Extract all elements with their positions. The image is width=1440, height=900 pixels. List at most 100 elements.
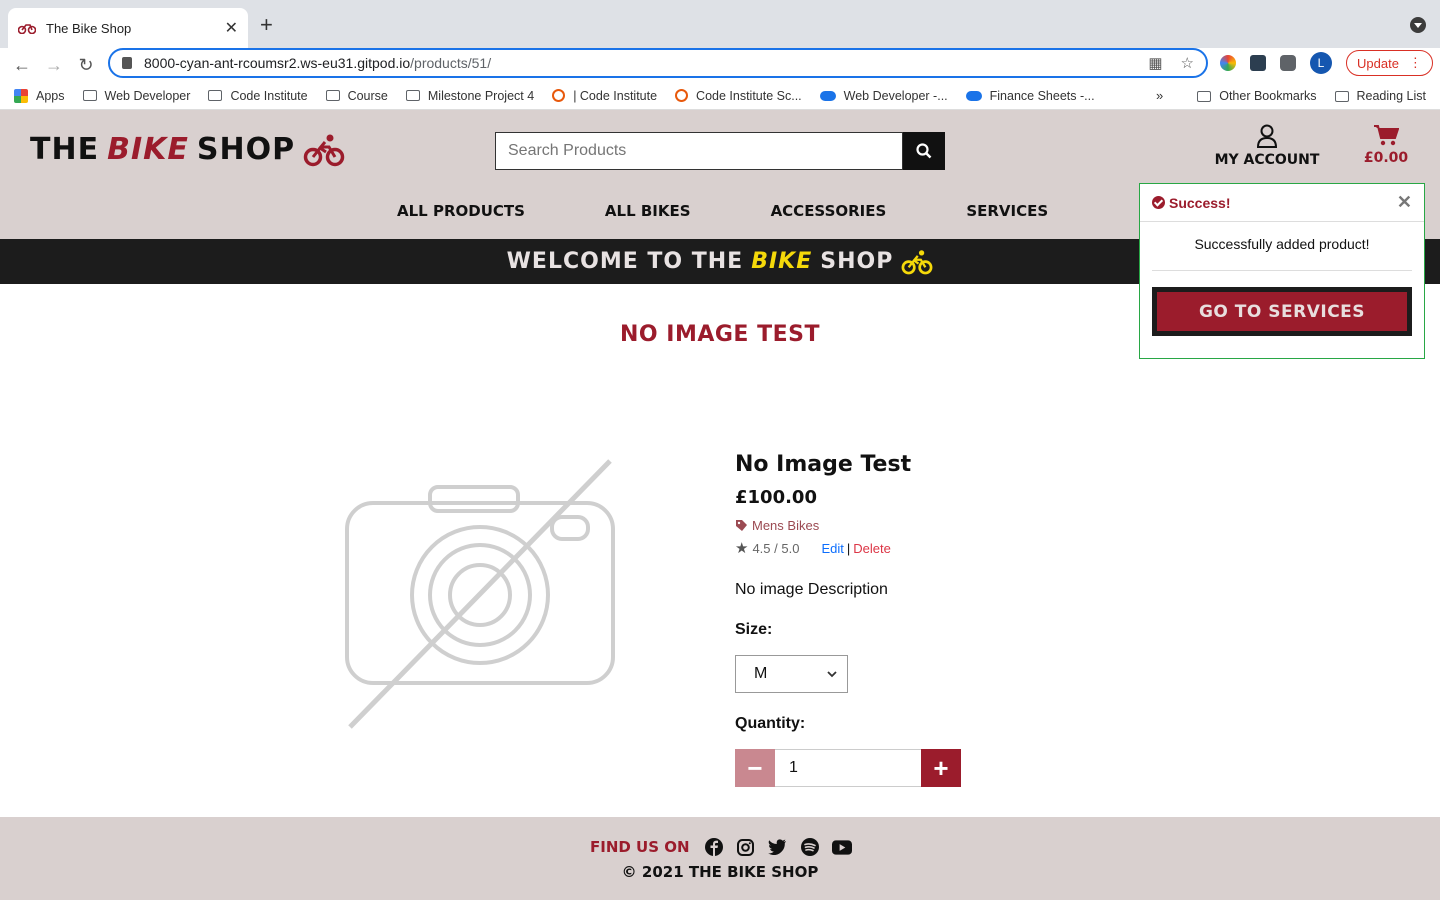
product-name: No Image Test [735,452,912,477]
code-institute-icon [552,89,566,102]
profile-avatar[interactable]: L [1310,52,1332,74]
success-toast: Success! ✕ Successfully added product! G… [1139,183,1425,359]
spotify-icon[interactable] [800,837,820,857]
browser-toolbar: ← → ↻ 8000-cyan-ant-rcoumsr2.ws-eu31.git… [0,48,1440,82]
reading-list-icon [1334,90,1349,102]
browser-tabbar: The Bike Shop ✕ + [0,0,1440,48]
apps-grid-icon [14,88,28,103]
main-nav: ALL PRODUCTS ALL BIKES ACCESSORIES SERVI… [397,202,1048,220]
forward-icon[interactable]: → [38,55,70,76]
minus-icon: − [747,752,763,783]
bookmark-folder[interactable]: Code Institute [208,88,308,103]
delete-link[interactable]: Delete [853,541,891,556]
new-tab-icon[interactable]: + [260,12,273,38]
size-selected-value: M [754,665,768,682]
cart-link[interactable]: £0.00 [1358,124,1414,166]
logo-bike: BIKE [107,132,189,167]
site-footer: FIND US ON © 2021 THE BIKE SHOP [0,817,1440,900]
edit-link[interactable]: Edit [821,541,843,556]
address-bar[interactable]: 8000-cyan-ant-rcoumsr2.ws-eu31.gitpod.io… [108,48,1208,78]
update-button[interactable]: Update ⋮ [1346,50,1433,76]
screenshot-extension-icon[interactable] [1250,55,1266,71]
kebab-menu-icon: ⋮ [1408,55,1422,70]
youtube-icon[interactable] [831,837,852,857]
tag-icon [736,520,747,531]
toast-message: Successfully added product! [1194,236,1370,252]
toast-header: Success! ✕ [1140,184,1424,222]
cyclist-icon [901,249,933,274]
code-institute-icon [675,89,689,102]
folder-icon [82,90,97,101]
chevron-down-icon [827,670,837,677]
banner-shop: SHOP [820,249,894,274]
search-button[interactable] [903,132,945,170]
nav-all-products[interactable]: ALL PRODUCTS [397,202,525,220]
extensions-puzzle-icon[interactable] [1280,55,1296,71]
more-bookmarks-chevron-icon[interactable]: » [1156,88,1163,103]
close-icon[interactable]: ✕ [1397,192,1412,213]
tab-title: The Bike Shop [46,20,132,36]
bookmark-folder[interactable]: Course [325,89,388,103]
browser-tab[interactable]: The Bike Shop ✕ [8,8,248,48]
reload-icon[interactable]: ↻ [70,55,102,76]
bookmark-label: Web Developer -... [843,88,948,103]
bookmark-star-icon[interactable]: ☆ [1181,54,1194,72]
bookmark-label: Other Bookmarks [1219,89,1317,103]
folder-icon [208,90,223,101]
divider [1152,270,1412,271]
size-select[interactable]: M [735,655,848,693]
instagram-icon[interactable] [736,837,756,857]
button-label: GO TO SERVICES [1157,292,1407,331]
quantity-input[interactable]: 1 [775,749,921,787]
bookmark-label: | Code Institute [573,88,658,103]
shopping-cart-icon [1374,125,1399,146]
user-icon [1256,124,1278,148]
site-logo[interactable]: THE BIKE SHOP [30,132,345,167]
reading-list[interactable]: Reading List [1334,89,1426,103]
decrement-button[interactable]: − [735,749,775,787]
check-circle-icon [1152,196,1165,209]
search-input[interactable] [495,132,903,170]
facebook-icon[interactable] [704,837,724,857]
folder-icon [1197,90,1212,102]
bookmark-apps[interactable]: Apps [14,88,65,103]
search-form [495,132,945,170]
twitter-icon[interactable] [768,837,788,857]
nav-accessories[interactable]: ACCESSORIES [771,202,887,220]
bookmark-link[interactable]: Finance Sheets -... [965,89,1095,103]
search-icon [916,143,932,159]
product-price: £100.00 [735,487,817,508]
bookmark-link[interactable]: Code Institute Sc... [675,89,802,103]
bookmark-link[interactable]: Web Developer -... [819,88,948,103]
qr-code-icon[interactable]: ▦ [1148,54,1162,72]
size-label: Size: [735,621,773,638]
bookmark-label: Milestone Project 4 [427,88,535,103]
bookmark-folder[interactable]: Milestone Project 4 [405,88,535,103]
close-tab-icon[interactable]: ✕ [225,18,238,38]
my-account-link[interactable]: MY ACCOUNT [1210,124,1324,168]
color-picker-extension-icon[interactable] [1220,55,1236,71]
find-us-label: FIND US ON [590,838,690,856]
lock-icon [122,57,132,69]
go-to-services-button[interactable]: GO TO SERVICES [1152,287,1412,336]
product-category-link[interactable]: Mens Bikes [735,518,1135,533]
bookmark-other[interactable]: Other Bookmarks [1197,89,1317,103]
tab-search-icon[interactable] [1410,17,1426,33]
back-icon[interactable]: ← [6,55,38,76]
product-rating: ★ 4.5 / 5.0 Edit | Delete [735,539,1135,557]
increment-button[interactable]: + [921,749,961,787]
banner-text: WELCOME TO THE [506,249,744,274]
bookmark-link[interactable]: | Code Institute [552,89,657,103]
nav-services[interactable]: SERVICES [966,202,1048,220]
quantity-label: Quantity: [735,715,806,732]
update-label: Update [1357,55,1399,71]
category-label: Mens Bikes [752,518,820,533]
bookmark-folder[interactable]: Web Developer [82,89,190,103]
bookmark-label: Code Institute [230,88,308,103]
logo-the: THE [30,132,100,167]
bookmark-label: Code Institute Sc... [696,88,802,103]
onedrive-cloud-icon [965,90,982,101]
cyclist-icon [303,134,345,166]
admin-separator: | [846,540,851,556]
nav-all-bikes[interactable]: ALL BIKES [605,202,691,220]
